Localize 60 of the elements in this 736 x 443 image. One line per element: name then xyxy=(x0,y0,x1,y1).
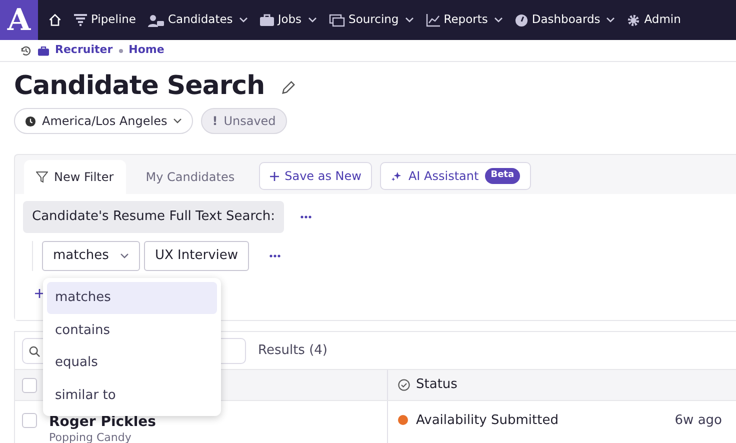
gauge-icon[interactable] xyxy=(514,14,528,26)
breadcrumb-link[interactable]: Home xyxy=(128,42,164,59)
settings-icon[interactable] xyxy=(627,14,640,26)
nav-item[interactable]: Pipeline xyxy=(68,0,142,40)
candidate-name[interactable]: Roger Pickles xyxy=(49,414,156,431)
unsaved-status: ! Unsaved xyxy=(201,108,287,134)
filter-field-label: Candidate's Resume Full Text Search: xyxy=(23,201,284,232)
caret-icon[interactable] xyxy=(494,17,503,23)
more-icon[interactable] xyxy=(300,214,312,219)
nav-item[interactable]: Reports xyxy=(420,0,509,40)
check-circle-icon xyxy=(398,379,410,391)
caret-icon[interactable] xyxy=(308,17,317,23)
caret-icon xyxy=(120,252,129,258)
edit-icon[interactable] xyxy=(280,80,296,94)
briefcase-icon xyxy=(38,46,49,56)
value-field[interactable]: UX Interview xyxy=(144,240,250,270)
nav-item[interactable]: Sourcing xyxy=(322,0,420,40)
caret-icon[interactable] xyxy=(238,17,248,23)
envelopes-icon[interactable] xyxy=(328,14,345,26)
select-all-checkbox[interactable] xyxy=(22,378,37,392)
more-icon[interactable] xyxy=(269,254,282,258)
beta-badge: Beta xyxy=(484,168,520,184)
results-count: Results (4) xyxy=(258,342,328,360)
caret-icon[interactable] xyxy=(606,17,616,23)
nav-item[interactable]: Jobs xyxy=(254,0,323,40)
tab[interactable]: My Candidates xyxy=(134,160,247,194)
briefcase-icon[interactable] xyxy=(260,14,274,26)
time-ago: 6w ago xyxy=(674,412,722,430)
caret-icon xyxy=(173,118,182,124)
nav-item[interactable]: Candidates xyxy=(142,0,254,40)
page-title: Candidate Search xyxy=(14,71,265,103)
plus-icon xyxy=(270,172,279,180)
timezone-dropdown[interactable]: America/Los Angeles xyxy=(14,108,194,134)
add-icon[interactable] xyxy=(35,288,44,298)
home-icon[interactable] xyxy=(48,13,62,27)
menu-option[interactable]: matches xyxy=(47,282,217,314)
menu-option[interactable]: contains xyxy=(47,314,217,346)
funnel-icon[interactable] xyxy=(74,14,87,26)
ai-assistant-button[interactable]: AI Assistant Beta xyxy=(380,162,532,190)
chart-icon[interactable] xyxy=(426,14,440,26)
sparkle-icon xyxy=(391,170,402,182)
clock-icon xyxy=(25,116,36,126)
menu-option[interactable]: equals xyxy=(47,347,217,378)
candidate-subtitle: Popping Candy xyxy=(49,431,132,443)
menu-option[interactable]: similar to xyxy=(47,380,217,411)
column-header: Status xyxy=(416,376,458,394)
nav-item[interactable]: Dashboards xyxy=(508,0,622,40)
search-icon xyxy=(29,346,40,356)
tab[interactable]: New Filter xyxy=(24,160,126,194)
row-checkbox[interactable] xyxy=(22,413,37,428)
funnel-icon xyxy=(36,171,48,183)
status-text: Availability Submitted xyxy=(416,412,558,430)
logo[interactable]: A xyxy=(0,0,38,40)
breadcrumb-link[interactable]: Recruiter xyxy=(55,42,113,59)
people-icon[interactable] xyxy=(148,14,164,26)
save-as-new-button[interactable]: Save as New xyxy=(258,162,372,190)
caret-icon[interactable] xyxy=(404,17,414,23)
operator-dropdown[interactable]: matches xyxy=(42,240,140,270)
nav-item[interactable]: Admin xyxy=(621,0,687,40)
history-icon[interactable] xyxy=(20,44,32,56)
